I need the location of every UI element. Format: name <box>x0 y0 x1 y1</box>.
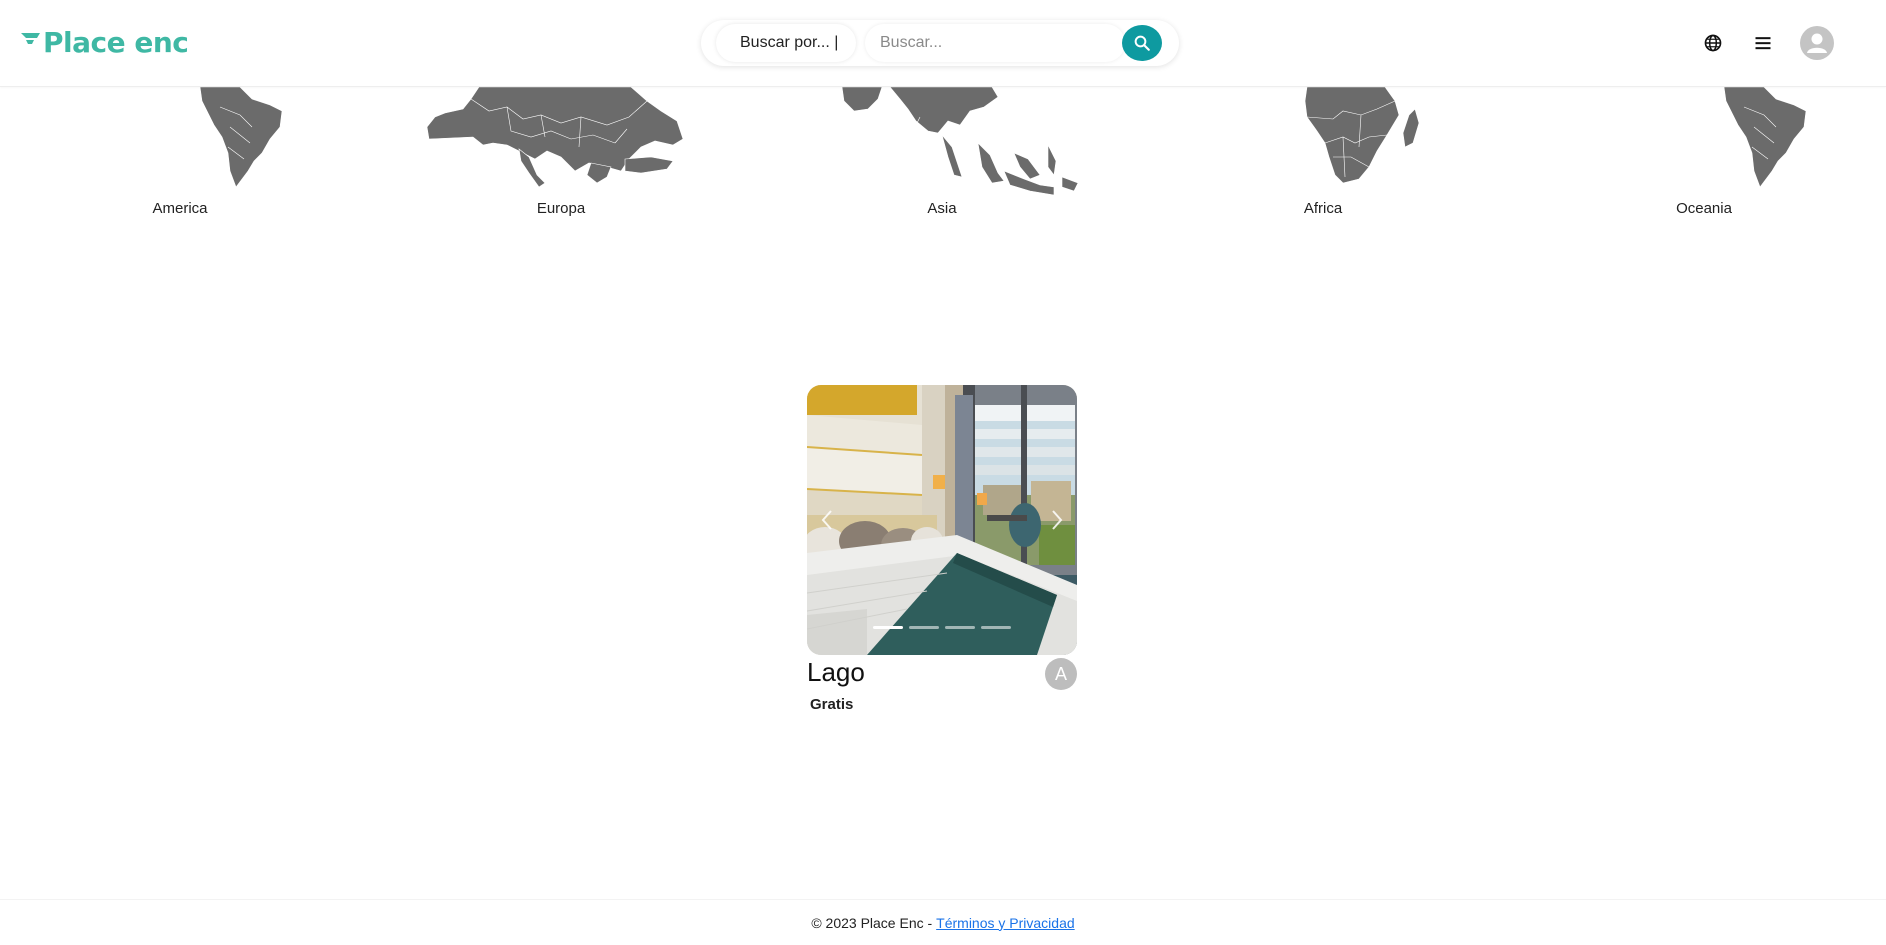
continent-label: Europa <box>536 200 586 217</box>
menu-icon <box>1755 37 1771 50</box>
terms-privacy-link[interactable]: Términos y Privacidad <box>936 915 1075 931</box>
language-button[interactable] <box>1702 32 1724 54</box>
carousel-indicators <box>873 626 1011 629</box>
continent-oceania[interactable]: Oceania <box>1554 87 1854 227</box>
oceania-map-icon <box>1723 87 1807 188</box>
carousel-dot[interactable] <box>909 626 939 629</box>
continent-label: America <box>152 200 208 217</box>
search-icon <box>1134 35 1150 51</box>
listing-card[interactable]: Lago A Gratis <box>807 385 1077 713</box>
continent-label: Oceania <box>1676 200 1732 217</box>
carousel-next-button[interactable] <box>1047 505 1067 535</box>
chevron-right-icon <box>1052 510 1063 530</box>
continent-asia[interactable]: Asia <box>792 87 1092 227</box>
menu-button[interactable] <box>1752 32 1774 54</box>
top-header: Place enc Buscar por... | <box>0 0 1886 87</box>
search-input[interactable] <box>865 24 1125 62</box>
asia-map-icon <box>841 87 1079 196</box>
listing-price: Gratis <box>810 696 854 713</box>
carousel-prev-button[interactable] <box>817 505 837 535</box>
page-footer: © 2023 Place Enc - Términos y Privacidad <box>0 899 1886 945</box>
search-type-selector[interactable]: Buscar por... | <box>716 24 856 62</box>
host-avatar-badge[interactable]: A <box>1045 658 1077 690</box>
listing-title: Lago <box>807 657 865 687</box>
copyright-text: © 2023 Place Enc - <box>811 914 933 931</box>
listing-image-carousel[interactable] <box>807 385 1077 655</box>
search-bar: Buscar por... | <box>701 20 1179 66</box>
continents-row: America Europa Asia Africa Oceania <box>0 87 1886 227</box>
logo[interactable]: Place enc <box>20 24 189 60</box>
search-button[interactable] <box>1122 25 1162 61</box>
carousel-dot-active[interactable] <box>873 626 903 629</box>
carousel-dot[interactable] <box>945 626 975 629</box>
continent-africa[interactable]: Africa <box>1173 87 1473 227</box>
continent-europa[interactable]: Europa <box>411 87 711 227</box>
user-avatar[interactable] <box>1800 26 1834 60</box>
logo-text: Place enc <box>43 25 189 59</box>
hotel-room-photo <box>807 385 1077 655</box>
europe-map-icon <box>426 87 684 188</box>
continent-america[interactable]: America <box>30 87 330 227</box>
globe-icon <box>1704 34 1722 52</box>
america-map-icon <box>199 87 283 188</box>
africa-map-icon <box>1304 87 1420 184</box>
chevron-left-icon <box>821 510 832 530</box>
logo-mark-icon <box>21 33 40 44</box>
continent-label: Africa <box>1303 200 1343 217</box>
continent-label: Asia <box>927 200 957 217</box>
carousel-dot[interactable] <box>981 626 1011 629</box>
user-icon <box>1807 33 1827 53</box>
